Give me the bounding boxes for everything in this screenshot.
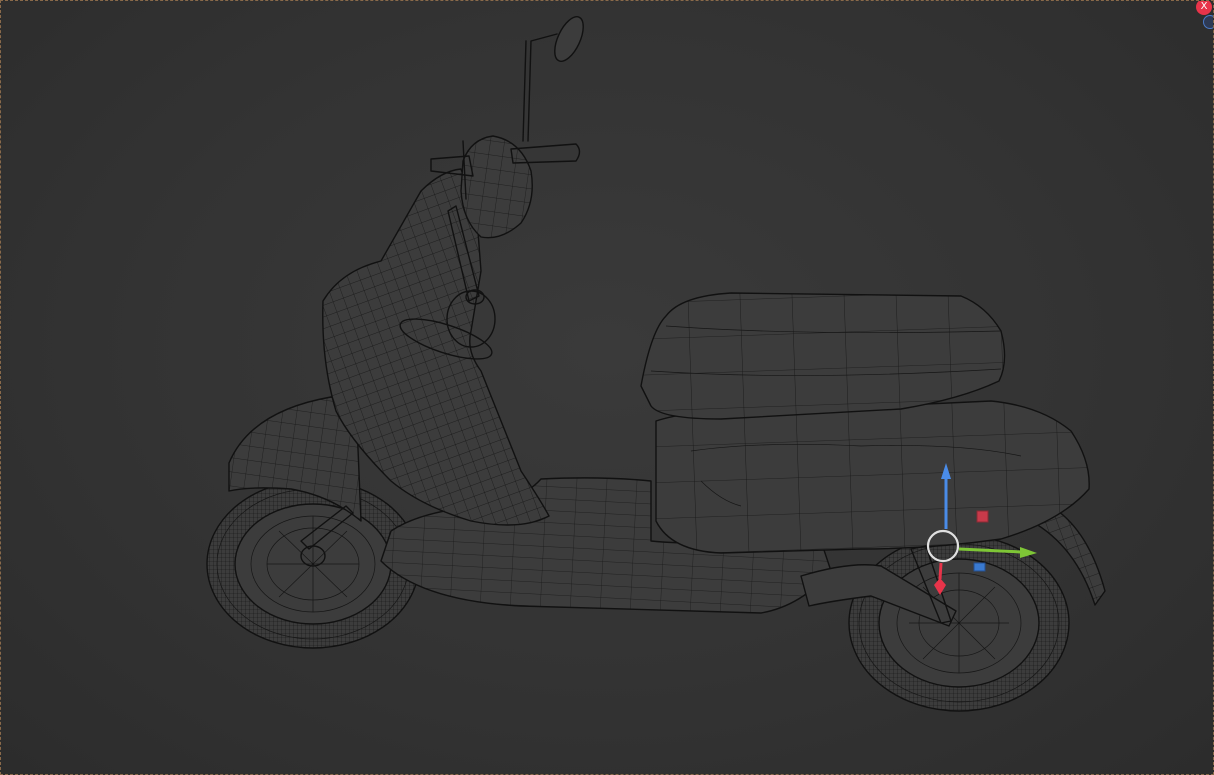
rear-body-panel[interactable] xyxy=(655,400,1090,554)
rear-wheel[interactable] xyxy=(848,534,1070,712)
gizmo-yz-plane-handle[interactable] xyxy=(973,562,986,572)
3d-viewport[interactable]: X xyxy=(0,0,1214,775)
seat[interactable] xyxy=(640,292,1006,420)
scene-canvas[interactable] xyxy=(1,1,1214,775)
view-toggle-icon[interactable] xyxy=(1203,15,1213,29)
gizmo-xz-plane-handle[interactable] xyxy=(976,510,989,523)
mirror[interactable] xyxy=(522,13,589,142)
gizmo-x-axis[interactable] xyxy=(938,562,943,580)
